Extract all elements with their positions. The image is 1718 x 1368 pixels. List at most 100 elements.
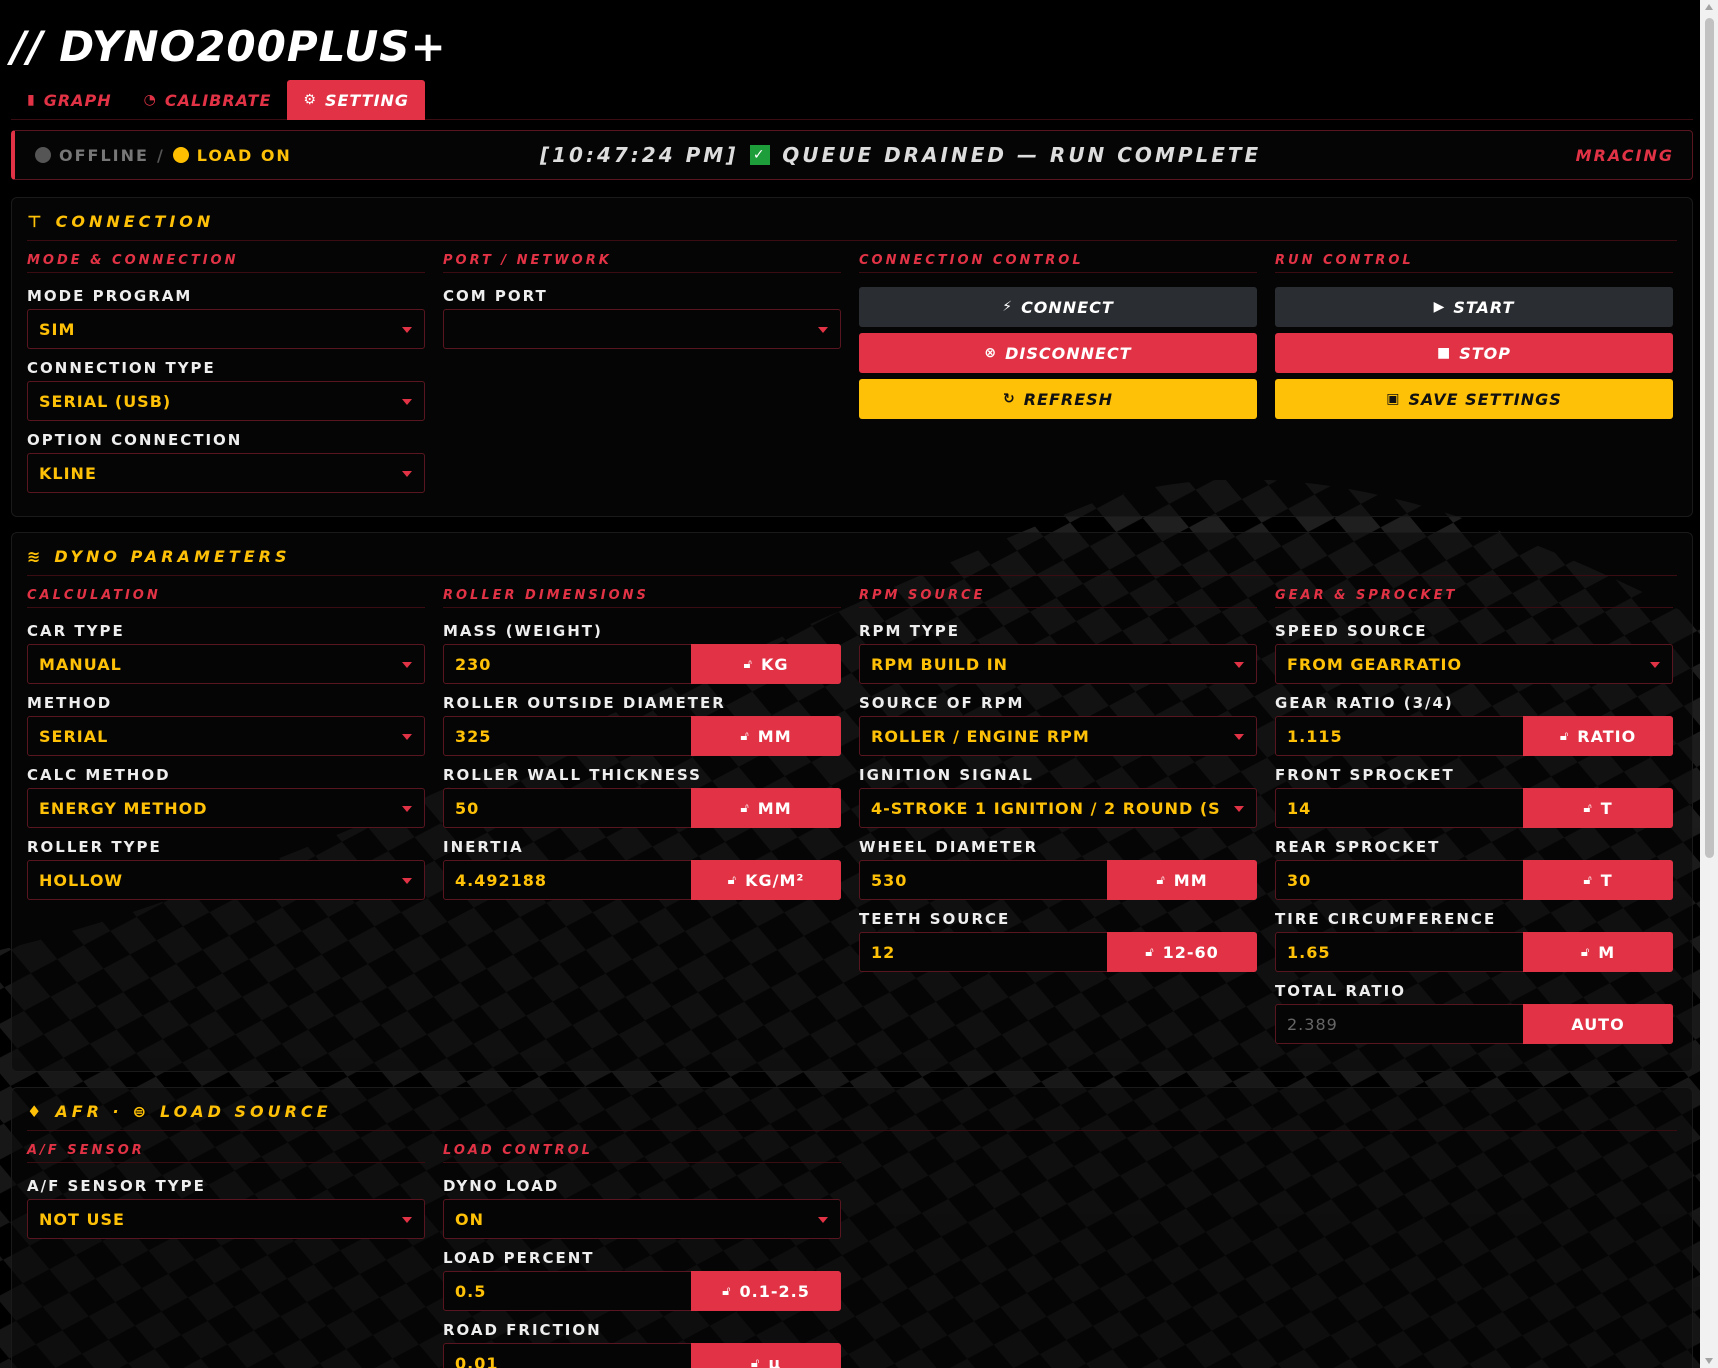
road-friction-unit-button[interactable]: 🔓︎ μ [691, 1343, 841, 1368]
ignition-signal-label: IGNITION SIGNAL [859, 766, 1034, 784]
teeth-source-unit-button[interactable]: 🔓︎ 12-60 [1107, 932, 1257, 972]
option-connection-value: KLINE [39, 463, 97, 483]
stop-button[interactable]: ■ STOP [1275, 333, 1673, 373]
tab-graph-label: GRAPH [43, 90, 112, 110]
save-settings-label: SAVE SETTINGS [1408, 389, 1562, 409]
gear-ratio-unit: RATIO [1577, 726, 1637, 746]
mass-input[interactable]: 230 🔓︎ KG [443, 644, 841, 684]
front-sprocket-value: 14 [1287, 798, 1312, 818]
total-ratio-auto-button[interactable]: AUTO [1523, 1004, 1673, 1044]
connect-button[interactable]: ⚡ CONNECT [859, 287, 1257, 327]
inertia-unit-button[interactable]: 🔓︎ KG/M² [691, 860, 841, 900]
scroll-down-icon[interactable] [1705, 1358, 1713, 1364]
total-ratio-unit: AUTO [1571, 1014, 1625, 1034]
wall-thickness-unit-button[interactable]: 🔓︎ MM [691, 788, 841, 828]
tab-setting[interactable]: ⚙ SETTING [287, 80, 426, 120]
calc-method-label: CALC METHOD [27, 766, 171, 784]
afr-load-section: ♦ AFR · ⊜ LOAD SOURCE A/F SENSOR A/F SEN… [11, 1087, 1693, 1368]
rear-sprocket-unit: T [1600, 870, 1613, 890]
af-sensor-type-select[interactable]: NOT USE [27, 1199, 425, 1239]
load-percent-unit-button[interactable]: 🔓︎ 0.1-2.5 [691, 1271, 841, 1311]
connection-type-select[interactable]: SERIAL (USB) [27, 381, 425, 421]
lock-icon: 🔓︎ [740, 800, 750, 816]
gear-ratio-unit-button[interactable]: 🔓︎ RATIO [1523, 716, 1673, 756]
rpm-type-select[interactable]: RPM BUILD IN [859, 644, 1257, 684]
roller-type-value: HOLLOW [39, 870, 124, 890]
chevron-down-icon [402, 471, 412, 477]
road-friction-input[interactable]: 0.01 🔓︎ μ [443, 1343, 841, 1368]
scrollbar-thumb[interactable] [1705, 18, 1714, 858]
rear-sprocket-label: REAR SPROCKET [1275, 838, 1441, 856]
tab-bar: ▮ GRAPH ◔ CALIBRATE ⚙ SETTING [11, 80, 1693, 120]
save-settings-button[interactable]: ▣ SAVE SETTINGS [1275, 379, 1673, 419]
tire-circumference-unit-button[interactable]: 🔓︎ M [1523, 932, 1673, 972]
roller-dimensions-heading: ROLLER DIMENSIONS [443, 588, 841, 608]
option-connection-select[interactable]: KLINE [27, 453, 425, 493]
lock-icon: 🔓︎ [1583, 800, 1593, 816]
load-led [172, 147, 189, 163]
scroll-up-icon[interactable] [1705, 4, 1713, 10]
af-sensor-type-label: A/F SENSOR TYPE [27, 1177, 206, 1195]
dyno-parameters-title: DYNO PARAMETERS [54, 547, 291, 566]
mass-unit: KG [760, 654, 789, 674]
lock-icon: 🔓︎ [727, 872, 738, 888]
stop-label: STOP [1459, 343, 1511, 363]
wheel-diameter-label: WHEEL DIAMETER [859, 838, 1039, 856]
mode-program-label: MODE PROGRAM [27, 287, 193, 305]
wall-thickness-label: ROLLER WALL THICKNESS [443, 766, 702, 784]
calc-method-select[interactable]: ENERGY METHOD [27, 788, 425, 828]
speed-source-value: FROM GEARRATIO [1287, 654, 1463, 674]
gear-ratio-input[interactable]: 1.115 🔓︎ RATIO [1275, 716, 1673, 756]
method-select[interactable]: SERIAL [27, 716, 425, 756]
mass-unit-button[interactable]: 🔓︎ KG [691, 644, 841, 684]
refresh-button[interactable]: ↻ REFRESH [859, 379, 1257, 419]
disconnect-button[interactable]: ⊗ DISCONNECT [859, 333, 1257, 373]
connection-header: ⊤ CONNECTION [27, 212, 214, 231]
wall-thickness-input[interactable]: 50 🔓︎ MM [443, 788, 841, 828]
load-control-column: LOAD CONTROL DYNO LOAD ON LOAD PERCENT 0… [443, 1143, 841, 1368]
load-percent-value: 0.5 [455, 1281, 487, 1301]
chevron-down-icon [402, 399, 412, 405]
check-icon: ✓ [750, 145, 771, 165]
car-type-label: CAR TYPE [27, 622, 125, 640]
outside-diameter-input[interactable]: 325 🔓︎ MM [443, 716, 841, 756]
port-network-column: PORT / NETWORK COM PORT [443, 253, 841, 359]
wheel-diameter-unit: MM [1173, 870, 1208, 890]
rpm-type-label: RPM TYPE [859, 622, 961, 640]
ignition-signal-select[interactable]: 4-STROKE 1 IGNITION / 2 ROUND (S [859, 788, 1257, 828]
rear-sprocket-input[interactable]: 30 🔓︎ T [1275, 860, 1673, 900]
refresh-icon: ↻ [1002, 391, 1016, 407]
mode-program-select[interactable]: SIM [27, 309, 425, 349]
tire-circumference-input[interactable]: 1.65 🔓︎ M [1275, 932, 1673, 972]
droplet-icon: ♦ [27, 1102, 46, 1121]
chevron-down-icon [402, 878, 412, 884]
wheel-diameter-unit-button[interactable]: 🔓︎ MM [1107, 860, 1257, 900]
outside-diameter-label: ROLLER OUTSIDE DIAMETER [443, 694, 726, 712]
dyno-load-label: DYNO LOAD [443, 1177, 560, 1195]
source-of-rpm-select[interactable]: ROLLER / ENGINE RPM [859, 716, 1257, 756]
scrollbar[interactable] [1700, 0, 1718, 1368]
wheel-diameter-input[interactable]: 530 🔓︎ MM [859, 860, 1257, 900]
load-percent-input[interactable]: 0.5 🔓︎ 0.1-2.5 [443, 1271, 841, 1311]
method-label: METHOD [27, 694, 113, 712]
front-sprocket-input[interactable]: 14 🔓︎ T [1275, 788, 1673, 828]
front-sprocket-unit-button[interactable]: 🔓︎ T [1523, 788, 1673, 828]
inertia-input[interactable]: 4.492188 🔓︎ KG/M² [443, 860, 841, 900]
af-sensor-column: A/F SENSOR A/F SENSOR TYPE NOT USE [27, 1143, 425, 1249]
lock-icon: 🔓︎ [1559, 728, 1570, 744]
start-button[interactable]: ▶ START [1275, 287, 1673, 327]
car-type-select[interactable]: MANUAL [27, 644, 425, 684]
tab-calibrate[interactable]: ◔ CALIBRATE [128, 80, 288, 120]
roller-type-select[interactable]: HOLLOW [27, 860, 425, 900]
teeth-source-input[interactable]: 12 🔓︎ 12-60 [859, 932, 1257, 972]
speed-source-select[interactable]: FROM GEARRATIO [1275, 644, 1673, 684]
status-text: QUEUE DRAINED — RUN COMPLETE [782, 143, 1262, 167]
ignition-signal-value: 4-STROKE 1 IGNITION / 2 ROUND (S [871, 798, 1221, 818]
outside-diameter-unit-button[interactable]: 🔓︎ MM [691, 716, 841, 756]
gear-icon: ⚙ [303, 92, 317, 108]
dyno-load-select[interactable]: ON [443, 1199, 841, 1239]
tab-graph[interactable]: ▮ GRAPH [11, 80, 128, 120]
inertia-label: INERTIA [443, 838, 524, 856]
com-port-select[interactable] [443, 309, 841, 349]
rear-sprocket-unit-button[interactable]: 🔓︎ T [1523, 860, 1673, 900]
